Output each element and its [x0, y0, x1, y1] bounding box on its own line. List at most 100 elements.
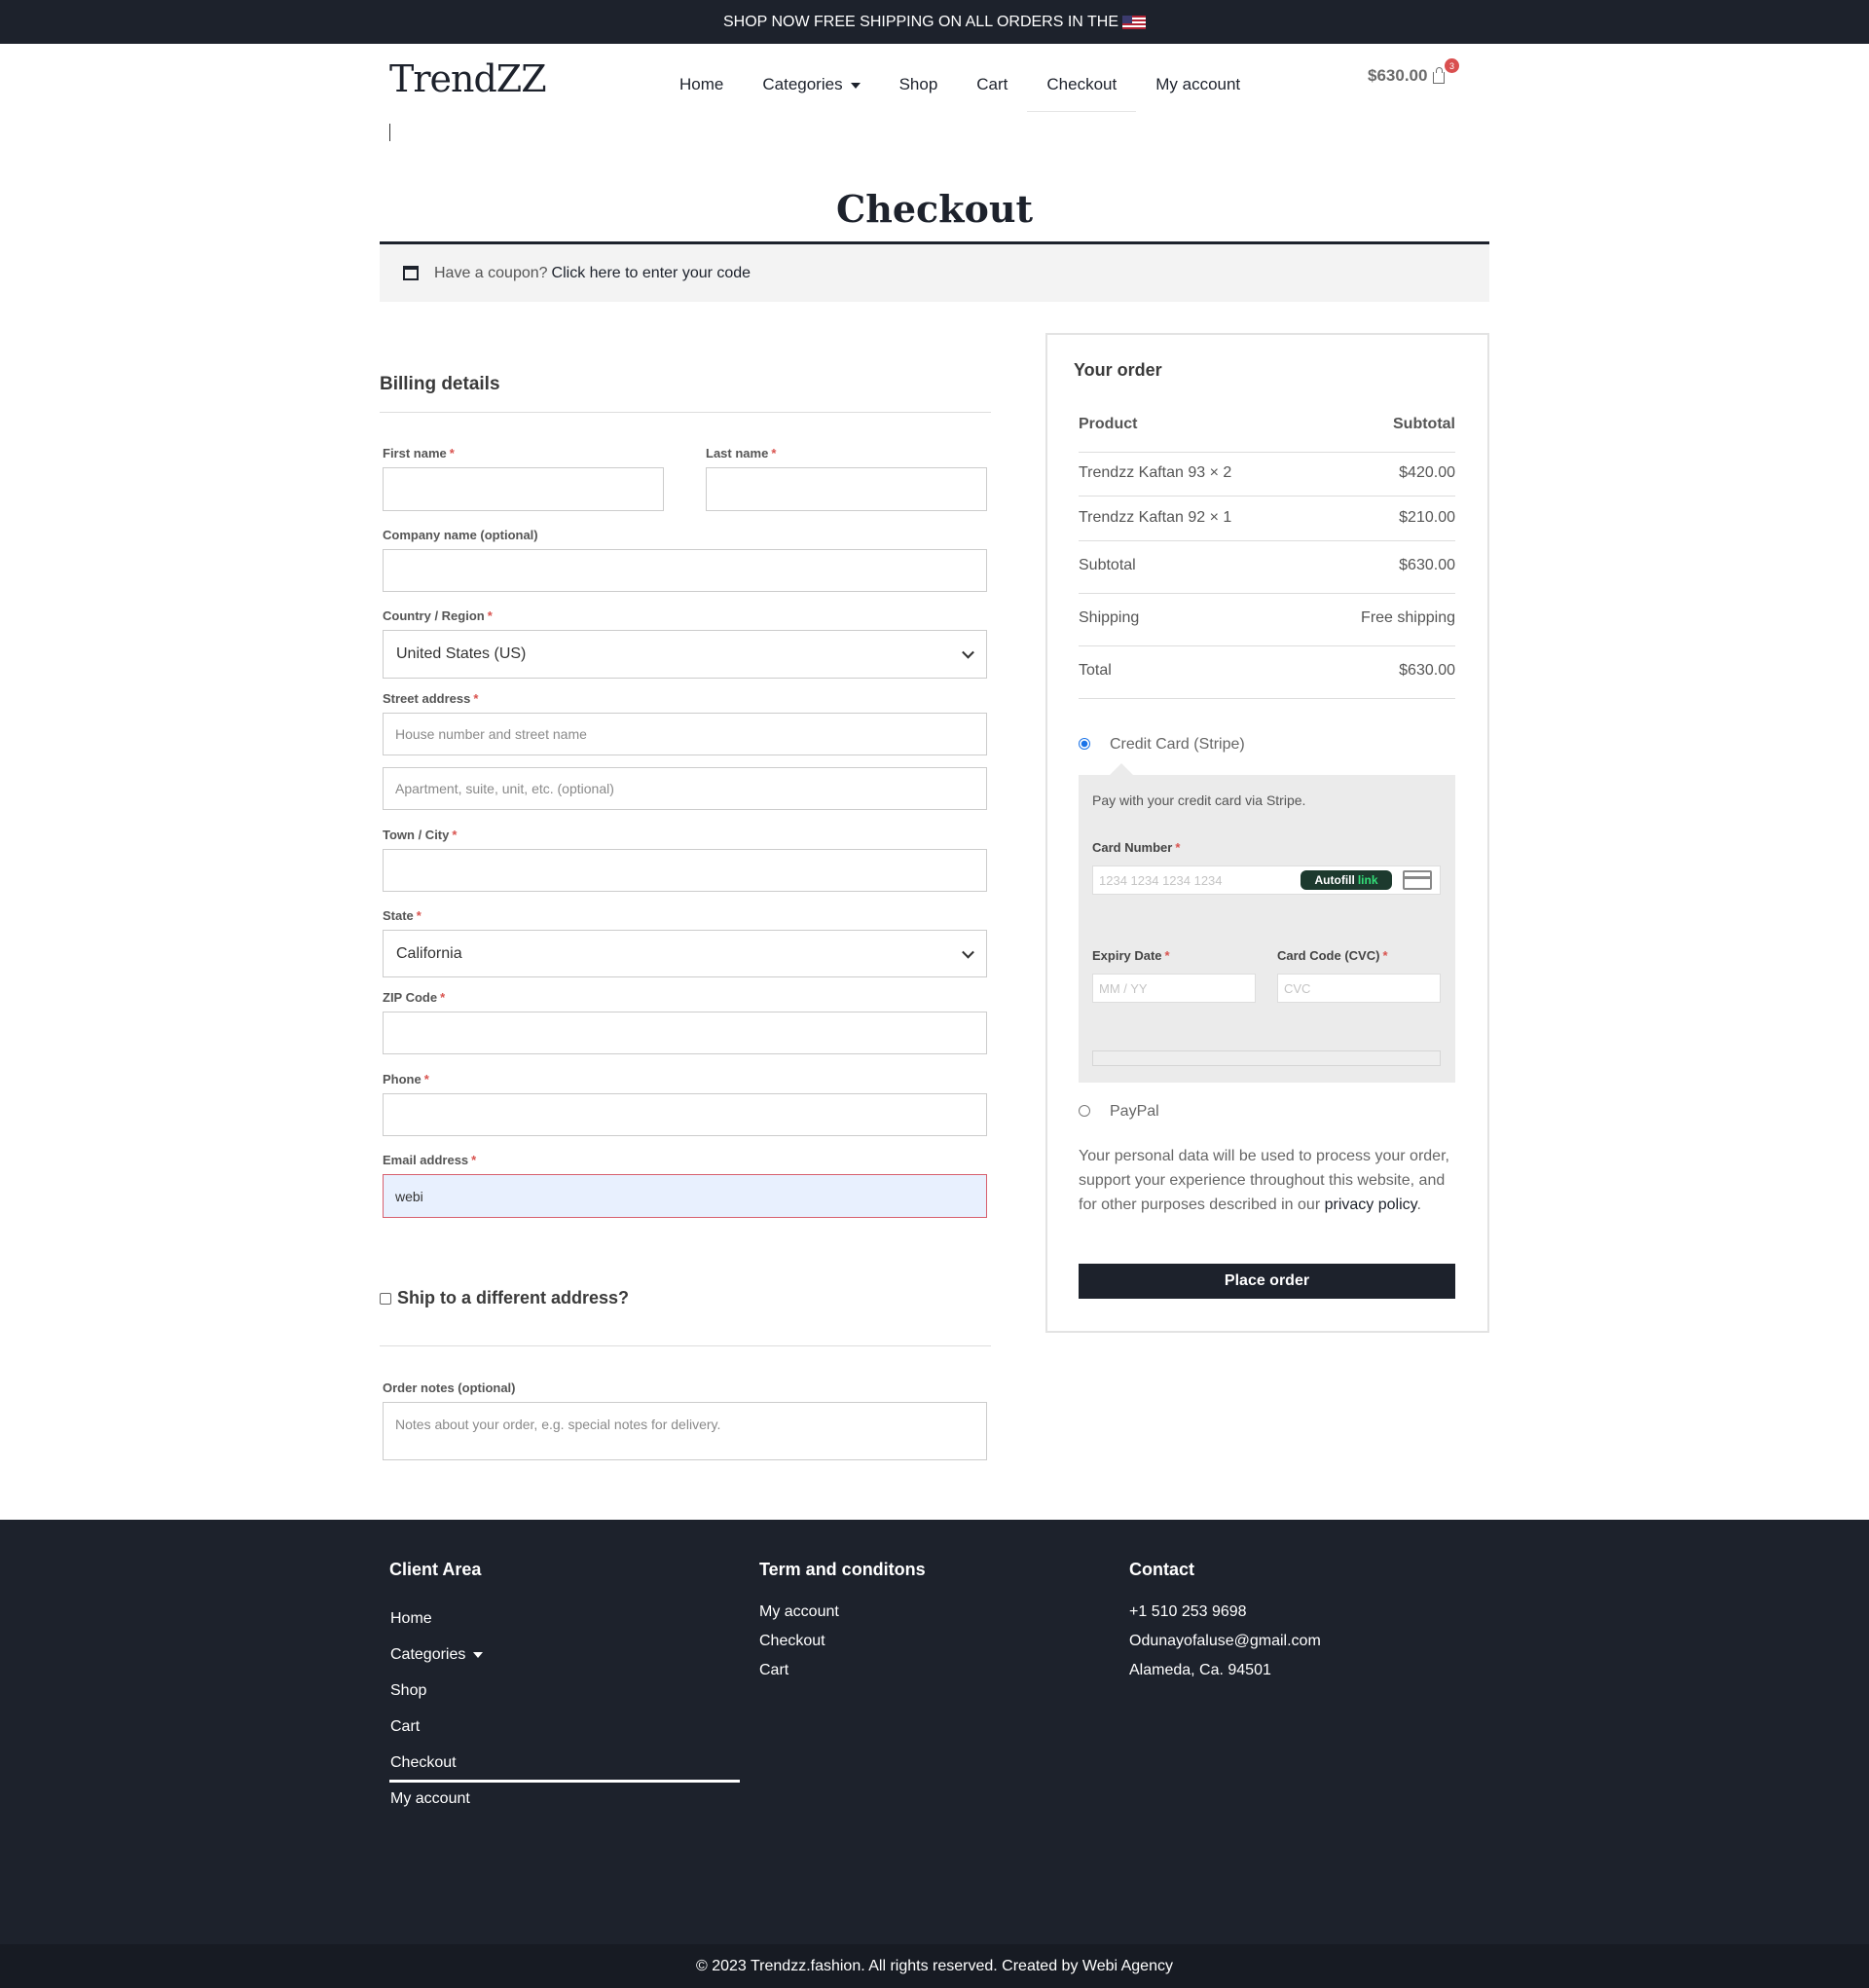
footer-terms-link-checkout[interactable]: Checkout [759, 1633, 825, 1650]
cvc-label: Card Code (CVC) * [1277, 948, 1388, 963]
order-notes-textarea[interactable]: Notes about your order, e.g. special not… [383, 1402, 987, 1460]
cvc-input[interactable]: CVC [1277, 974, 1441, 1003]
order-total-row: Total $630.00 [1079, 662, 1455, 679]
stripe-label[interactable]: Credit Card (Stripe) [1110, 736, 1245, 754]
cart-total-amount: $630.00 [1368, 66, 1428, 85]
order-item-row: Trendzz Kaftan 93 × 2 $420.00 [1079, 464, 1455, 481]
nav-checkout[interactable]: Checkout [1027, 65, 1137, 112]
country-label: Country / Region * [383, 608, 493, 623]
stripe-payment-box [1079, 775, 1455, 1083]
order-table-header: Product Subtotal [1079, 416, 1455, 432]
email-label: Email address * [383, 1153, 477, 1167]
phone-label: Phone * [383, 1072, 429, 1086]
divider [1079, 698, 1455, 699]
paypal-label[interactable]: PayPal [1110, 1103, 1159, 1121]
privacy-notice: Your personal data will be used to proce… [1079, 1148, 1449, 1213]
divider [380, 1345, 991, 1346]
divider [1079, 540, 1455, 541]
copyright-bar: © 2023 Trendzz.fashion. All rights reser… [0, 1944, 1869, 1988]
stripe-radio[interactable] [1079, 738, 1090, 750]
expiry-input[interactable]: MM / YY [1092, 974, 1256, 1003]
place-order-button[interactable]: Place order [1079, 1264, 1455, 1299]
divider [380, 412, 991, 413]
promo-text: SHOP NOW FREE SHIPPING ON ALL ORDERS IN … [722, 13, 1118, 30]
company-input[interactable] [383, 549, 987, 592]
copyright-text: © 2023 Trendzz.fashion. All rights reser… [696, 1957, 1173, 1974]
coupon-prompt: Have a coupon? [434, 264, 548, 281]
expiry-label: Expiry Date * [1092, 948, 1170, 963]
stripe-description: Pay with your credit card via Stripe. [1092, 792, 1306, 808]
order-title: Your order [1074, 360, 1162, 380]
order-notes-label: Order notes (optional) [383, 1381, 516, 1395]
billing-title: Billing details [380, 374, 500, 394]
site-header: TrendZZ Home Categories Shop Cart Checko… [0, 44, 1869, 151]
footer-contact-title: Contact [1129, 1560, 1194, 1579]
footer-client-area-title: Client Area [389, 1560, 482, 1579]
street-label: Street address * [383, 691, 479, 706]
main-nav: Home Categories Shop Cart Checkout My ac… [660, 65, 1260, 112]
order-item-row: Trendzz Kaftan 92 × 1 $210.00 [1079, 509, 1455, 526]
credit-card-icon [1403, 870, 1432, 890]
footer-link-shop[interactable]: Shop [390, 1682, 426, 1700]
shopping-bag-icon [1433, 67, 1446, 84]
site-footer [0, 1520, 1869, 1944]
ship-different-address[interactable]: Ship to a different address? [380, 1288, 629, 1308]
nav-my-account[interactable]: My account [1136, 65, 1260, 104]
autofill-link-button[interactable]: Autofill link [1301, 870, 1392, 890]
page-title: Checkout [835, 187, 1034, 231]
city-input[interactable] [383, 849, 987, 892]
nav-shop[interactable]: Shop [880, 65, 958, 104]
chevron-down-icon [962, 945, 974, 959]
footer-terms-title: Term and conditons [759, 1560, 926, 1579]
footer-terms-link-my-account[interactable]: My account [759, 1603, 839, 1621]
email-input[interactable]: webi [383, 1174, 987, 1218]
coupon-link[interactable]: Click here to enter your code [552, 265, 751, 282]
state-select[interactable]: California [383, 930, 987, 977]
street-input[interactable]: House number and street name [383, 713, 987, 755]
nav-home[interactable]: Home [660, 65, 743, 104]
state-label: State * [383, 908, 421, 923]
promo-bar: SHOP NOW FREE SHIPPING ON ALL ORDERS IN … [0, 0, 1869, 44]
footer-link-categories[interactable]: Categories [390, 1646, 484, 1664]
zip-label: ZIP Code * [383, 990, 446, 1005]
footer-email[interactable]: Odunayofaluse@gmail.com [1129, 1633, 1321, 1650]
caret-down-icon [473, 1651, 484, 1658]
last-name-input[interactable] [706, 467, 987, 511]
divider [1079, 452, 1455, 453]
divider [1079, 496, 1455, 497]
footer-link-checkout[interactable]: Checkout [390, 1754, 457, 1772]
footer-link-cart[interactable]: Cart [390, 1718, 420, 1736]
header-cart[interactable]: $630.00 [1368, 66, 1446, 86]
nav-categories[interactable]: Categories [743, 65, 879, 104]
country-select[interactable]: United States (US) [383, 630, 987, 679]
coupon-notice: Have a coupon? Click here to enter your … [380, 241, 1489, 302]
first-name-input[interactable] [383, 467, 664, 511]
zip-input[interactable] [383, 1012, 987, 1054]
first-name-label: First name * [383, 446, 455, 460]
privacy-policy-link[interactable]: privacy policy [1325, 1196, 1417, 1213]
site-logo[interactable]: TrendZZ [389, 57, 547, 100]
footer-link-my-account[interactable]: My account [390, 1790, 470, 1808]
divider [1079, 645, 1455, 646]
nav-cart[interactable]: Cart [957, 65, 1027, 104]
divider [1079, 593, 1455, 594]
us-flag-icon [1122, 15, 1146, 29]
order-shipping-row: Shipping Free shipping [1079, 609, 1455, 626]
calendar-icon [403, 266, 419, 280]
chevron-down-icon [962, 645, 974, 659]
phone-input[interactable] [383, 1093, 987, 1136]
caret-down-icon [850, 82, 861, 89]
ship-different-checkbox[interactable] [380, 1292, 391, 1305]
paypal-radio[interactable] [1079, 1105, 1090, 1117]
apartment-input[interactable]: Apartment, suite, unit, etc. (optional) [383, 767, 987, 810]
cart-count-badge: 3 [1445, 58, 1459, 73]
footer-phone[interactable]: +1 510 253 9698 [1129, 1603, 1247, 1621]
last-name-label: Last name * [706, 446, 777, 460]
pointer-arrow [1110, 763, 1133, 775]
footer-terms-link-cart[interactable]: Cart [759, 1662, 788, 1679]
order-subtotal-row: Subtotal $630.00 [1079, 557, 1455, 573]
footer-address: Alameda, Ca. 94501 [1129, 1662, 1271, 1678]
company-label: Company name (optional) [383, 528, 538, 542]
footer-link-home[interactable]: Home [390, 1610, 432, 1628]
stripe-extra-field [1092, 1050, 1441, 1066]
